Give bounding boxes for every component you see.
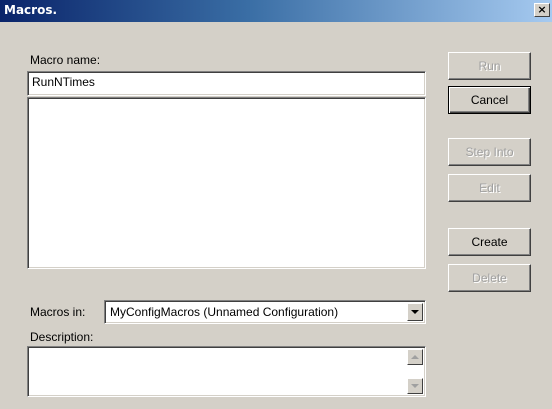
title-bar: Macros. × — [0, 0, 552, 22]
chevron-down-icon — [411, 310, 419, 314]
cancel-button-label: Cancel — [470, 93, 509, 107]
macros-in-label: Macros in: — [30, 305, 86, 319]
scroll-down-icon — [411, 384, 419, 388]
description-label: Description: — [30, 330, 94, 344]
scroll-up-button[interactable] — [407, 349, 423, 365]
run-button[interactable]: Run — [448, 52, 531, 80]
macros-in-select[interactable]: MyConfigMacros (Unnamed Configuration) — [104, 300, 426, 324]
edit-button[interactable]: Edit — [448, 174, 531, 202]
macro-name-input[interactable]: RunNTimes — [27, 71, 426, 96]
macros-in-value: MyConfigMacros (Unnamed Configuration) — [110, 305, 339, 319]
dropdown-button[interactable] — [407, 303, 423, 321]
window-title: Macros. — [4, 3, 58, 17]
delete-button-label: Delete — [472, 271, 507, 285]
macro-name-value: RunNTimes — [32, 75, 95, 89]
cancel-button[interactable]: Cancel — [448, 86, 531, 114]
macro-name-label: Macro name: — [30, 53, 101, 67]
step-into-button[interactable]: Step Into — [448, 138, 531, 166]
description-textarea[interactable] — [27, 346, 426, 397]
close-icon: × — [537, 3, 547, 16]
scroll-down-button[interactable] — [407, 378, 423, 394]
create-button-label: Create — [471, 235, 508, 249]
edit-button-label: Edit — [479, 181, 500, 195]
step-into-button-label: Step Into — [465, 145, 514, 159]
scroll-up-icon — [411, 355, 419, 359]
close-button[interactable]: × — [534, 3, 550, 17]
run-button-label: Run — [478, 59, 501, 73]
create-button[interactable]: Create — [448, 228, 531, 256]
macro-list[interactable] — [27, 97, 426, 269]
delete-button[interactable]: Delete — [448, 264, 531, 292]
